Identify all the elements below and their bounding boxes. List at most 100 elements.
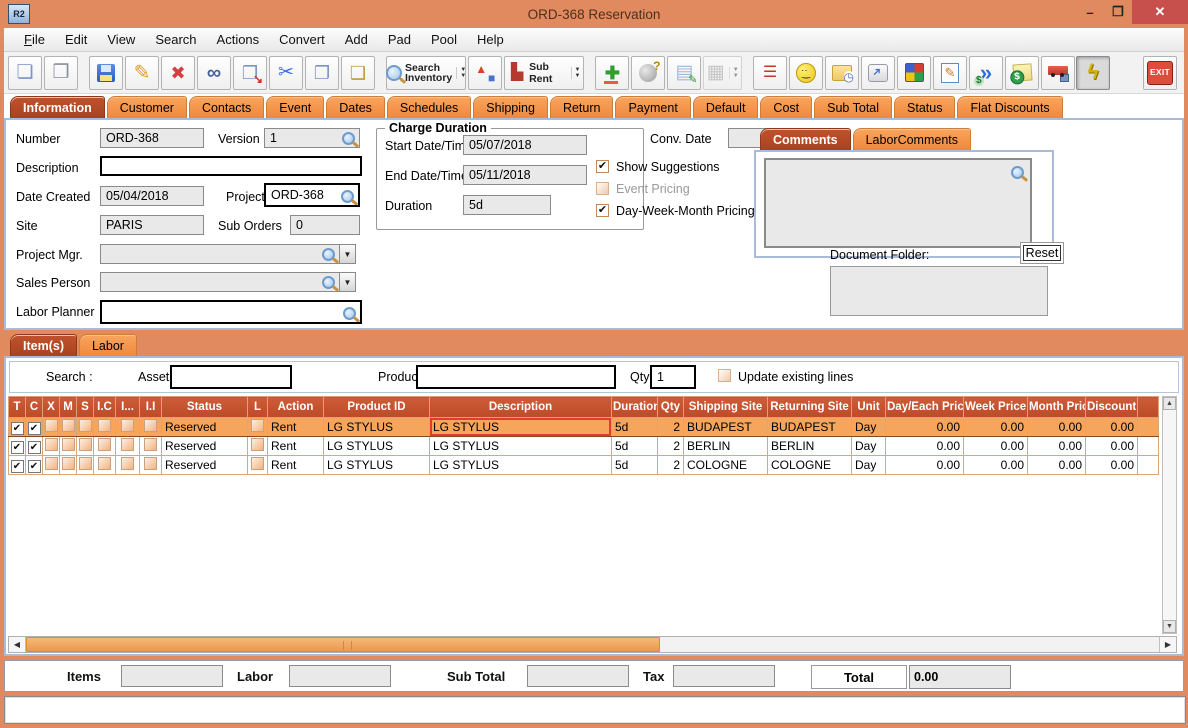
vertical-scrollbar[interactable]: ▲ ▼ <box>1162 396 1177 634</box>
t-checkbox[interactable]: ✔ <box>11 441 24 454</box>
version-lookup-icon[interactable] <box>342 132 355 145</box>
i_dots-checkbox[interactable] <box>121 419 134 432</box>
scroll-left-icon[interactable]: ◀ <box>9 637 26 652</box>
horizontal-scroll-thumb[interactable] <box>26 637 660 652</box>
toolbar-folder-clock-button[interactable] <box>825 56 859 90</box>
menu-edit[interactable]: Edit <box>55 32 97 47</box>
toolbar-group-help-button[interactable] <box>631 56 665 90</box>
x-checkbox[interactable] <box>45 438 58 451</box>
i_i-checkbox[interactable] <box>144 419 157 432</box>
toolbar-sub-rent-button[interactable]: Sub Rent▼▼ <box>504 56 584 90</box>
c-checkbox[interactable]: ✔ <box>28 460 41 473</box>
event-pricing-checkbox[interactable] <box>596 182 609 195</box>
project-mgr-lookup-icon[interactable] <box>322 248 335 261</box>
chevron-down-icon[interactable]: ▼▼ <box>729 67 739 79</box>
toolbar-new-document-button[interactable] <box>8 56 42 90</box>
toolbar-org-chart-button[interactable] <box>753 56 787 90</box>
sales-person-lookup-icon[interactable] <box>322 276 335 289</box>
comments-textarea[interactable] <box>764 158 1032 248</box>
toolbar-find-button[interactable] <box>197 56 231 90</box>
toolbar-cut-button[interactable] <box>269 56 303 90</box>
menu-search[interactable]: Search <box>145 32 206 47</box>
labor-planner-field[interactable] <box>100 300 362 324</box>
table-row[interactable]: ✔✔ReservedRentLG STYLUSLG STYLUS5d2COLOG… <box>9 456 1159 475</box>
menu-convert[interactable]: Convert <box>269 32 335 47</box>
tab-information[interactable]: Information <box>10 96 105 118</box>
x-checkbox[interactable] <box>45 457 58 470</box>
product-input[interactable] <box>416 365 616 389</box>
tab-dates[interactable]: Dates <box>326 96 385 118</box>
description-input[interactable] <box>100 156 362 176</box>
menu-view[interactable]: View <box>97 32 145 47</box>
chevron-down-icon[interactable]: ▼▼ <box>456 67 466 79</box>
toolbar-paste-button[interactable] <box>341 56 375 90</box>
i_dots-checkbox[interactable] <box>121 457 134 470</box>
toolbar-copy-button[interactable] <box>305 56 339 90</box>
qty-input[interactable] <box>650 365 696 389</box>
menu-file[interactable]: File <box>14 32 55 47</box>
menu-actions[interactable]: Actions <box>207 32 270 47</box>
col-week-price[interactable]: Week Price <box>964 397 1028 418</box>
col-shipping-site[interactable]: Shipping Site <box>684 397 768 418</box>
tab-event[interactable]: Event <box>266 96 324 118</box>
col-c[interactable]: C <box>26 397 43 418</box>
col-x[interactable]: X <box>43 397 60 418</box>
s-checkbox[interactable] <box>79 457 92 470</box>
toolbar-truck-button[interactable] <box>1041 56 1075 90</box>
version-field[interactable]: 1 <box>264 128 360 148</box>
table-row[interactable]: ✔✔ReservedRentLG STYLUSLG STYLUS5d2BERLI… <box>9 437 1159 456</box>
col-day-each-price[interactable]: Day/Each Price <box>886 397 964 418</box>
s-checkbox[interactable] <box>79 438 92 451</box>
project-lookup-icon[interactable] <box>341 190 354 203</box>
col-t[interactable]: T <box>9 397 26 418</box>
col-m[interactable]: M <box>60 397 77 418</box>
toolbar-exit-button[interactable]: EXIT <box>1143 56 1177 90</box>
project-mgr-dropdown[interactable]: ▼ <box>339 244 356 264</box>
t-checkbox[interactable]: ✔ <box>11 460 24 473</box>
scroll-up-icon[interactable]: ▲ <box>1163 397 1176 410</box>
tab-default[interactable]: Default <box>693 96 759 118</box>
t-checkbox[interactable]: ✔ <box>11 422 24 435</box>
reset-button[interactable]: Reset <box>1020 242 1064 264</box>
toolbar-edit-button[interactable] <box>125 56 159 90</box>
show-suggestions-checkbox[interactable] <box>596 160 609 173</box>
m-checkbox[interactable] <box>62 457 75 470</box>
minimize-button[interactable]: – <box>1076 0 1104 24</box>
col-month-price[interactable]: Month Price <box>1028 397 1086 418</box>
toolbar-shapes-button[interactable] <box>468 56 502 90</box>
col-product-id[interactable]: Product ID <box>324 397 430 418</box>
col-unit[interactable]: Unit <box>852 397 886 418</box>
l-checkbox[interactable] <box>251 457 264 470</box>
s-checkbox[interactable] <box>79 419 92 432</box>
col-qty[interactable]: Qty <box>658 397 684 418</box>
horizontal-scrollbar[interactable]: ◀ ▶ <box>8 636 1177 653</box>
tab-schedules[interactable]: Schedules <box>387 96 471 118</box>
menu-pool[interactable]: Pool <box>421 32 467 47</box>
labor-planner-lookup-icon[interactable] <box>343 307 356 320</box>
tab-sub-total[interactable]: Sub Total <box>814 96 892 118</box>
m-checkbox[interactable] <box>62 438 75 451</box>
col-s[interactable]: S <box>77 397 94 418</box>
i_i-checkbox[interactable] <box>144 457 157 470</box>
col-l[interactable]: L <box>248 397 268 418</box>
col-description[interactable]: Description <box>430 397 612 418</box>
tab-customer[interactable]: Customer <box>107 96 187 118</box>
col-discount[interactable]: Discount <box>1086 397 1138 418</box>
toolbar-notepad-button[interactable] <box>667 56 701 90</box>
tab-cost[interactable]: Cost <box>760 96 812 118</box>
asset-input[interactable] <box>170 365 292 389</box>
sales-person-field[interactable] <box>100 272 340 292</box>
l-checkbox[interactable] <box>251 419 264 432</box>
project-field[interactable]: ORD-368 <box>264 183 360 207</box>
tab-comments[interactable]: Comments <box>760 128 851 150</box>
title-bar[interactable]: R2 ORD-368 Reservation – ❒ ✕ <box>0 0 1188 28</box>
day-week-month-pricing-checkbox[interactable] <box>596 204 609 217</box>
update-existing-checkbox[interactable] <box>718 369 731 382</box>
col-i[interactable]: I... <box>116 397 140 418</box>
i_i-checkbox[interactable] <box>144 438 157 451</box>
toolbar-search-inventory-button[interactable]: Search Inventory▼▼ <box>386 56 466 90</box>
comments-lookup-icon[interactable] <box>1011 166 1024 179</box>
menu-add[interactable]: Add <box>335 32 378 47</box>
col-action[interactable]: Action <box>268 397 324 418</box>
toolbar-copy-special-button[interactable] <box>233 56 267 90</box>
